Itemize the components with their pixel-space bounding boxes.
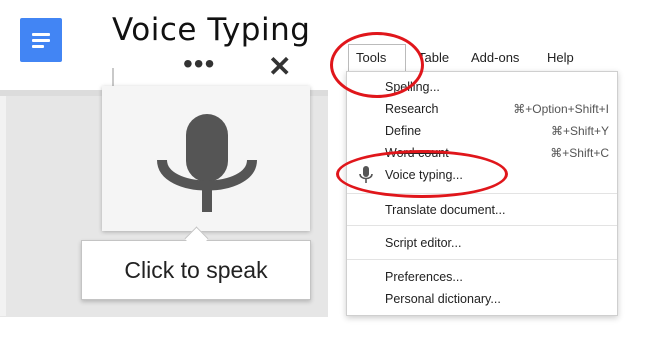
voice-typing-highlight-circle xyxy=(336,150,508,198)
menu-item-shortcut: ⌘+Shift+C xyxy=(550,146,609,160)
tools-highlight-circle xyxy=(330,32,424,98)
docs-app-icon xyxy=(20,18,62,62)
menu-item-shortcut: ⌘+Option+Shift+I xyxy=(513,102,609,116)
menu-separator xyxy=(347,259,617,260)
microphone-button[interactable] xyxy=(102,86,310,231)
menu-addons[interactable]: Add-ons xyxy=(471,50,519,65)
menu-item-shortcut: ⌘+Shift+Y xyxy=(550,124,609,138)
menu-item-preferences[interactable]: Preferences... xyxy=(347,266,617,288)
panel-left-edge xyxy=(0,96,6,316)
tooltip-label: Click to speak xyxy=(124,257,268,283)
menu-help[interactable]: Help xyxy=(547,50,574,65)
microphone-icon xyxy=(157,114,257,212)
menu-item-personal-dictionary[interactable]: Personal dictionary... xyxy=(347,288,617,310)
menu-item-label: Script editor... xyxy=(385,236,462,250)
menu-item-label: Research xyxy=(385,102,439,116)
divider xyxy=(112,68,114,88)
menu-item-label: Preferences... xyxy=(385,270,463,284)
menu-item-translate[interactable]: Translate document... xyxy=(347,199,617,221)
more-options-icon[interactable]: ••• xyxy=(183,50,215,78)
menu-item-label: Define xyxy=(385,124,422,138)
menu-item-script-editor[interactable]: Script editor... xyxy=(347,232,617,254)
menu-separator xyxy=(347,225,617,226)
menu-item-label: Personal dictionary... xyxy=(385,292,501,306)
menu-item-label: Translate document... xyxy=(385,203,506,217)
voice-typing-title: Voice Typing xyxy=(112,12,311,48)
menu-item-research[interactable]: Research ⌘+Option+Shift+I xyxy=(347,98,617,120)
menu-item-define[interactable]: Define ⌘+Shift+Y xyxy=(347,120,617,142)
close-icon[interactable]: ✕ xyxy=(268,53,291,81)
